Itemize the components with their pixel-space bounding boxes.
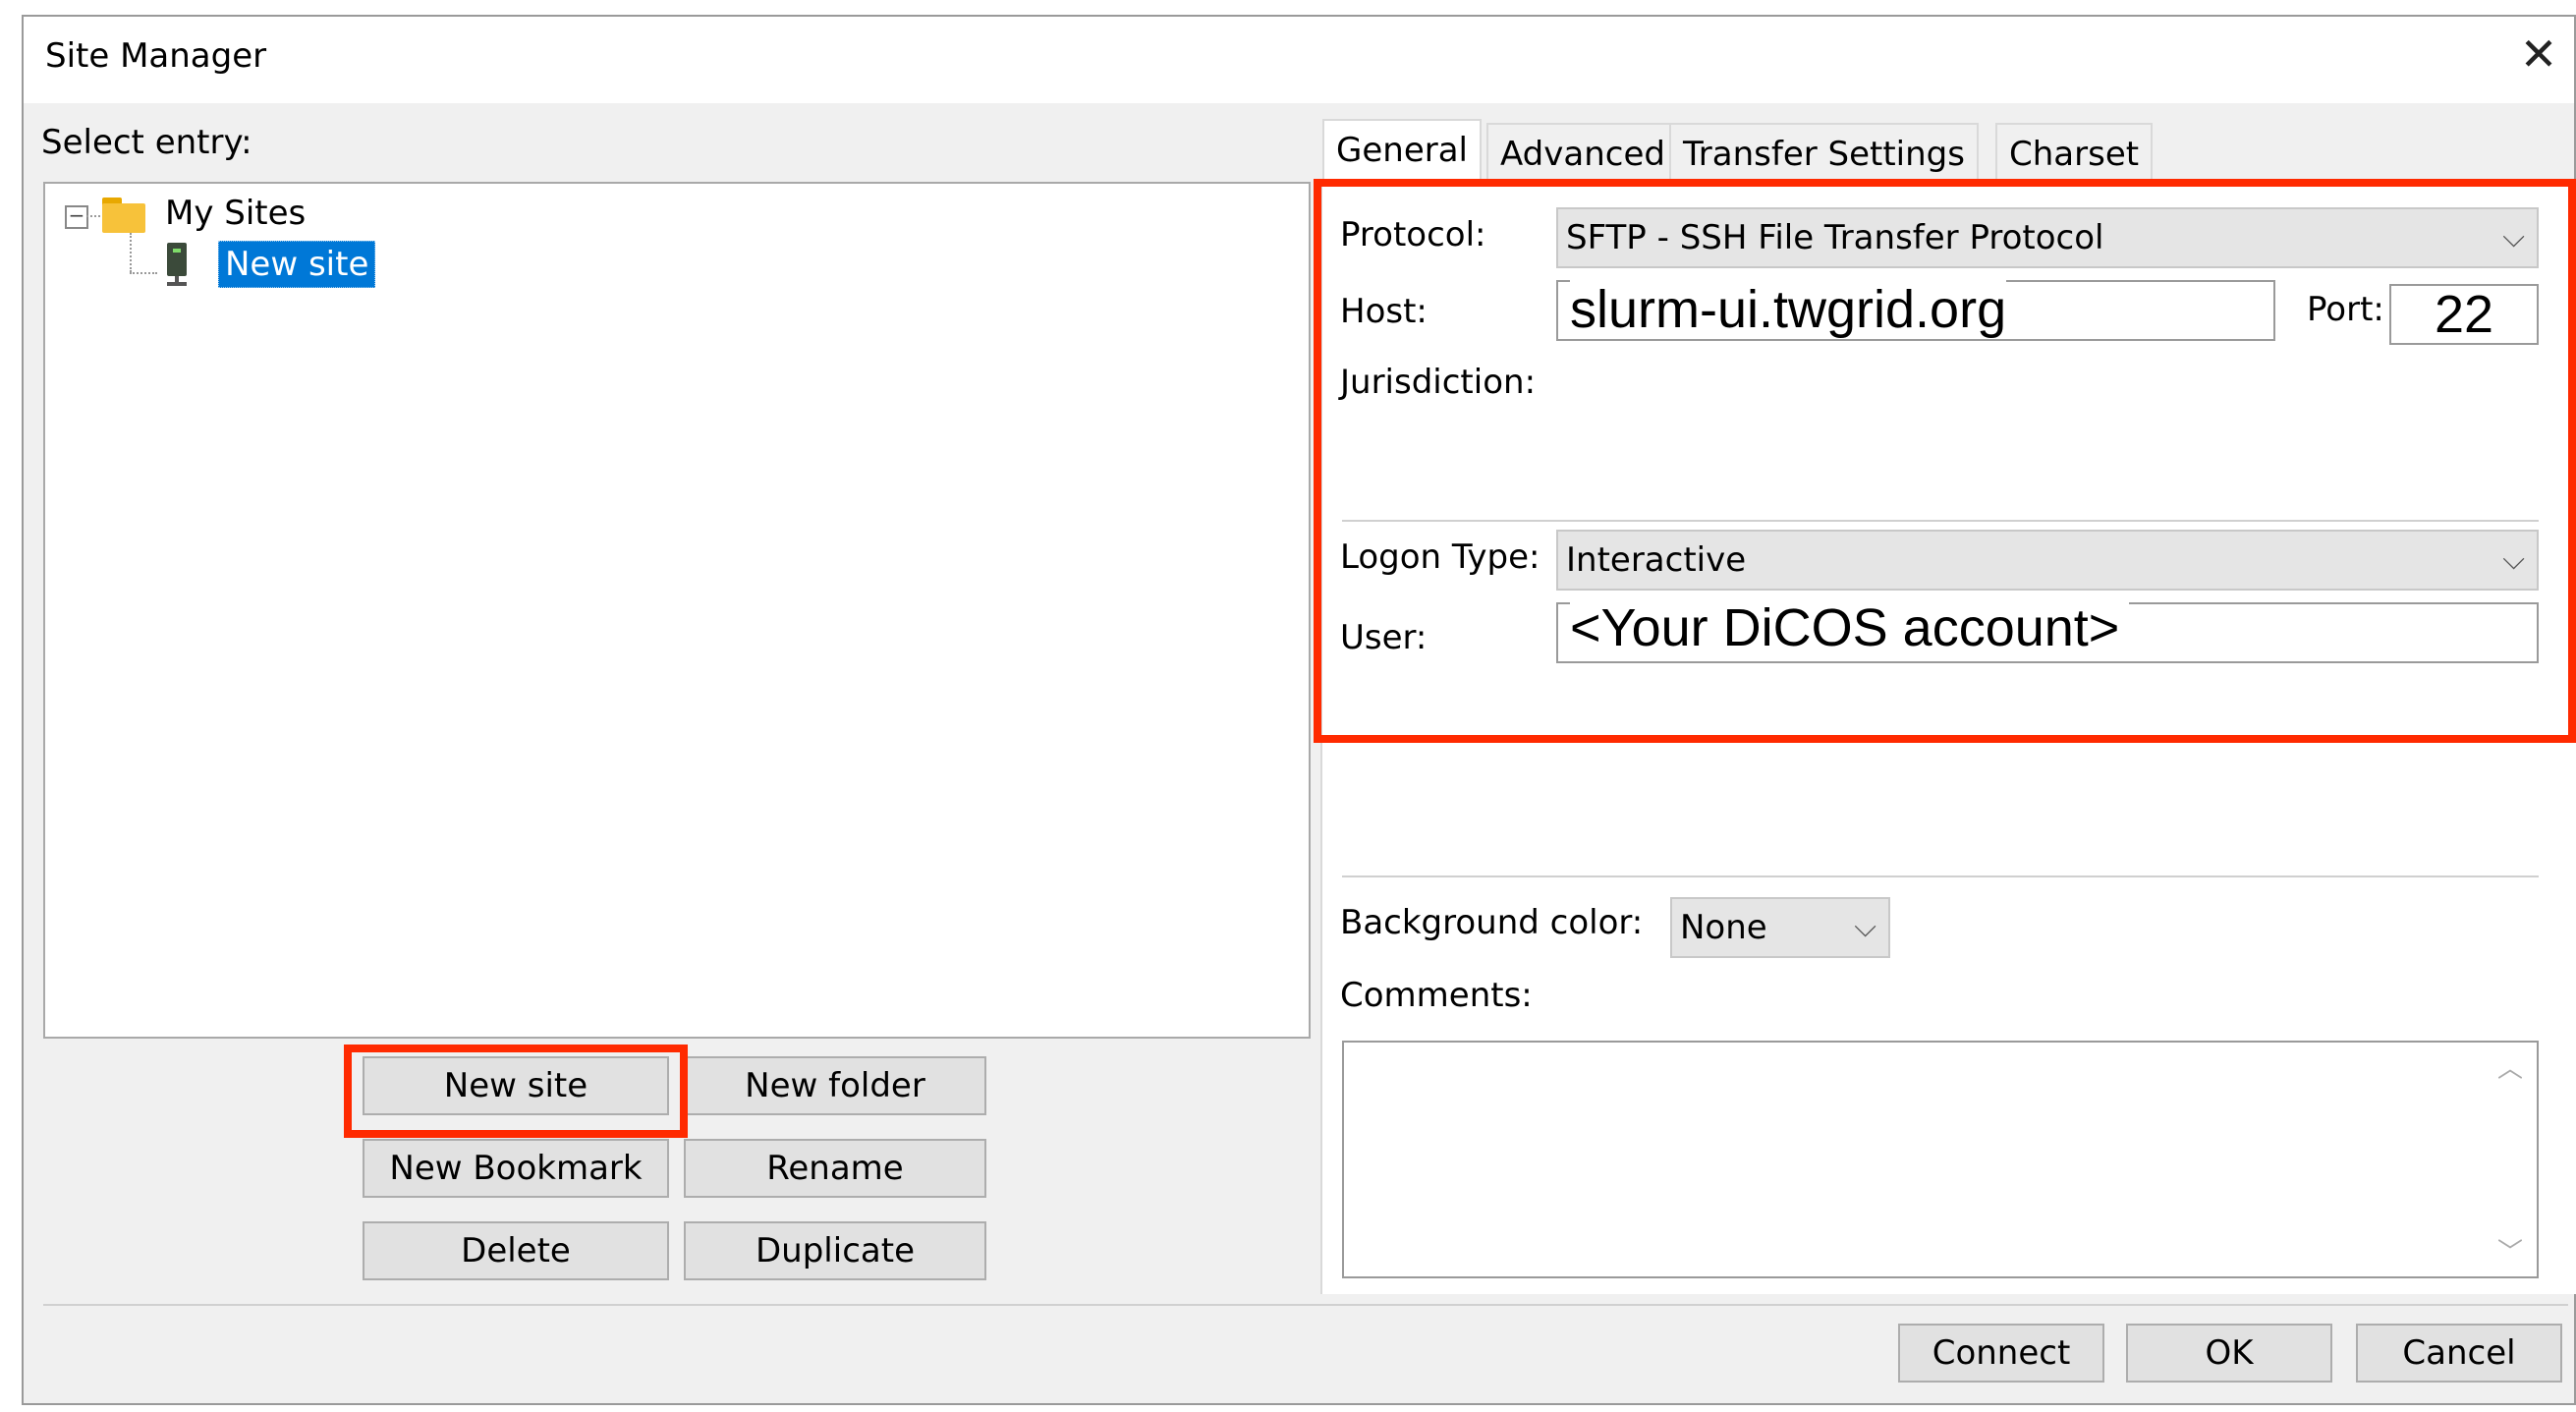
site-tree[interactable]: − My Sites New site: [43, 182, 1311, 1039]
comments-label: Comments:: [1340, 976, 1533, 1015]
chevron-down-icon: ⌵: [2502, 220, 2525, 254]
protocol-value: SFTP - SSH File Transfer Protocol: [1566, 218, 2104, 257]
divider: [1342, 875, 2539, 877]
tree-connector: [130, 272, 157, 276]
tab-charset[interactable]: Charset: [1995, 123, 2154, 184]
tree-connector: [86, 215, 100, 219]
user-value: <Your DiCOS account>: [1570, 598, 2130, 657]
background-color-select[interactable]: None ⌵: [1670, 897, 1890, 958]
protocol-label: Protocol:: [1340, 215, 1486, 254]
logon-type-label: Logon Type:: [1340, 537, 1540, 577]
chevron-down-icon: ⌵: [2502, 542, 2525, 577]
new-folder-button[interactable]: New folder: [684, 1056, 986, 1115]
user-label: User:: [1340, 618, 1428, 657]
server-icon: [167, 243, 187, 288]
protocol-select[interactable]: SFTP - SSH File Transfer Protocol ⌵: [1556, 207, 2539, 268]
ok-button[interactable]: OK: [2126, 1324, 2332, 1383]
host-value: slurm-ui.twgrid.org: [1570, 280, 2007, 339]
new-bookmark-button[interactable]: New Bookmark: [363, 1139, 669, 1198]
window-title: Site Manager: [45, 36, 267, 76]
title-bar: Site Manager ✕: [24, 17, 2574, 103]
duplicate-button[interactable]: Duplicate: [684, 1221, 986, 1280]
logon-type-select[interactable]: Interactive ⌵: [1556, 530, 2539, 591]
new-site-button[interactable]: New site: [363, 1056, 669, 1115]
collapse-icon[interactable]: −: [65, 205, 88, 229]
folder-icon: [102, 198, 145, 233]
select-entry-label: Select entry:: [41, 123, 252, 162]
site-manager-window: Site Manager ✕ Select entry: − My Sites …: [22, 15, 2576, 1405]
port-input[interactable]: 22: [2389, 284, 2539, 345]
tab-general[interactable]: General: [1322, 119, 1482, 186]
rename-button[interactable]: Rename: [684, 1139, 986, 1198]
divider: [1342, 520, 2539, 522]
general-panel: Protocol: SFTP - SSH File Transfer Proto…: [1320, 184, 2576, 1294]
scroll-up-icon[interactable]: ︿: [2497, 1048, 2523, 1085]
port-value: 22: [2435, 285, 2494, 344]
tree-item-my-sites[interactable]: My Sites: [165, 194, 306, 233]
jurisdiction-label: Jurisdiction:: [1340, 363, 1537, 402]
footer-divider: [43, 1304, 2568, 1306]
delete-button[interactable]: Delete: [363, 1221, 669, 1280]
background-color-label: Background color:: [1340, 903, 1644, 942]
background-color-value: None: [1680, 908, 1767, 947]
logon-type-value: Interactive: [1566, 540, 1747, 580]
tab-transfer-settings[interactable]: Transfer Settings: [1669, 123, 1979, 184]
comments-textarea[interactable]: ︿ ﹀: [1342, 1041, 2539, 1278]
scroll-down-icon[interactable]: ﹀: [2497, 1232, 2523, 1269]
tab-advanced[interactable]: Advanced: [1486, 123, 1679, 184]
cancel-button[interactable]: Cancel: [2356, 1324, 2562, 1383]
tree-item-new-site[interactable]: New site: [218, 241, 376, 288]
host-label: Host:: [1340, 292, 1428, 331]
port-label: Port:: [2307, 290, 2384, 329]
tree-connector: [130, 233, 134, 272]
connect-button[interactable]: Connect: [1898, 1324, 2104, 1383]
chevron-down-icon: ⌵: [1854, 910, 1876, 944]
close-icon[interactable]: ✕: [2511, 27, 2566, 82]
